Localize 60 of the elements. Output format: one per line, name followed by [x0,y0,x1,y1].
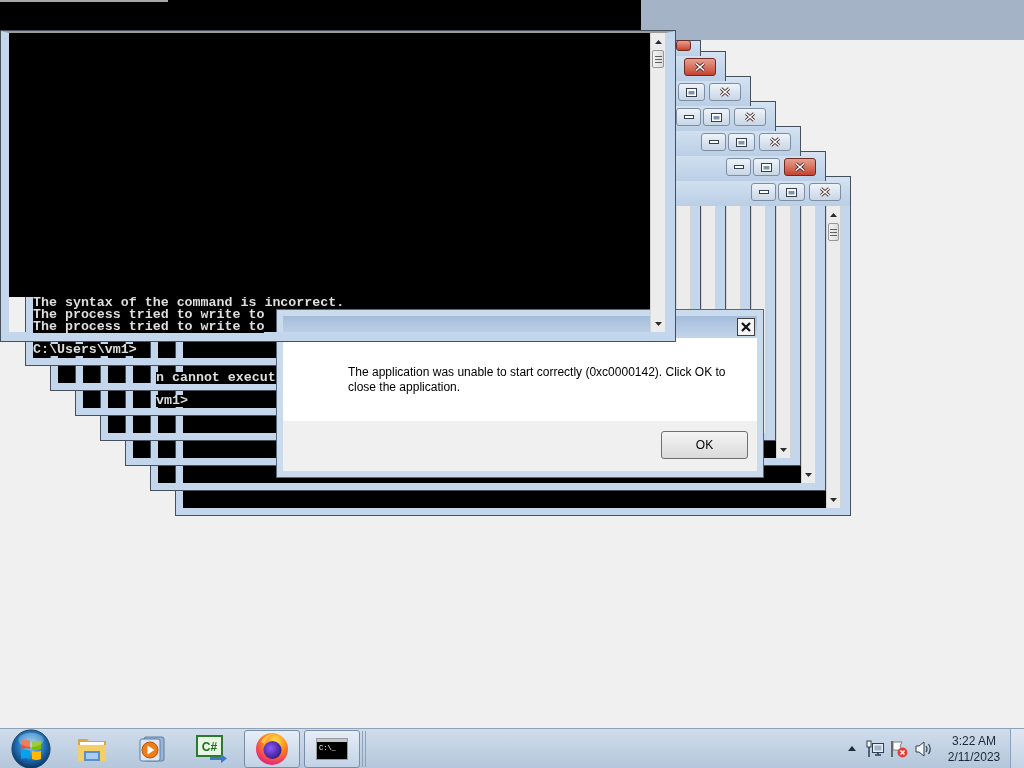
caret-down-icon [654,321,662,326]
minimize-icon [758,190,769,194]
maximize-button[interactable] [778,183,805,201]
fox-globe-icon [255,731,289,766]
scrollbar[interactable] [801,206,816,483]
message-text: The application was unable to start correctly (0xc0000142). Click OK to close the application. [348,365,727,395]
close-icon [819,187,831,197]
maximize-icon [736,137,747,147]
console-text: The syntax of the command is incorrect. [33,297,345,309]
close-icon [769,137,781,147]
start-button[interactable] [11,728,51,768]
caret-down-icon [830,497,837,502]
console-text: The process tried to write to [33,309,265,321]
maximize-button[interactable] [753,158,780,176]
maximize-icon [761,162,772,172]
play-icon [138,734,166,763]
caret-down-icon [805,472,812,477]
taskbar-button[interactable] [244,729,300,768]
close-button[interactable] [684,58,716,76]
console-text: n cannot execut [156,372,276,384]
maximize-button[interactable] [678,83,705,101]
network-computer-icon[interactable] [866,739,884,758]
minimize-button[interactable] [751,183,776,201]
close-icon [741,322,751,332]
grip-icon [830,228,837,236]
maximize-icon [786,187,797,197]
maximize-button[interactable] [728,133,755,151]
console-text: vm1> [156,395,188,407]
maximize-icon [686,87,697,97]
minimize-button[interactable] [701,133,726,151]
console-text: C:\Users\vm1> [33,344,137,356]
close-button[interactable] [784,158,816,176]
scrollbar[interactable] [826,206,841,508]
close-icon [744,112,756,122]
console-text: The process tried to write to [33,321,265,333]
maximize-button[interactable] [703,108,730,126]
close-icon [719,87,731,97]
ok-button[interactable]: OK [661,431,748,459]
minimize-button[interactable] [726,158,751,176]
minimize-button[interactable] [676,108,701,126]
scroll-thumb[interactable] [652,50,664,68]
scrollbar[interactable] [776,206,791,458]
close-icon [794,162,806,172]
caret-up-icon[interactable] [848,746,856,751]
close-button[interactable] [737,318,755,336]
caret-down-icon [780,447,787,452]
clock-time: 3:22 AM [952,732,996,749]
clock-date: 2/11/2023 [947,748,1001,765]
grip-icon [654,55,662,63]
scrollbar[interactable] [650,33,666,332]
minimize-icon [708,140,719,144]
caret-up-icon [830,212,837,217]
maximize-icon [711,112,722,122]
flag-error-icon[interactable] [890,739,908,758]
speaker-icon[interactable] [914,739,932,758]
taskbar-button[interactable]: C# [184,729,240,768]
minimize-icon [683,115,694,119]
scroll-thumb[interactable] [828,223,839,241]
close-icon [694,62,706,72]
minimize-icon [733,165,744,169]
